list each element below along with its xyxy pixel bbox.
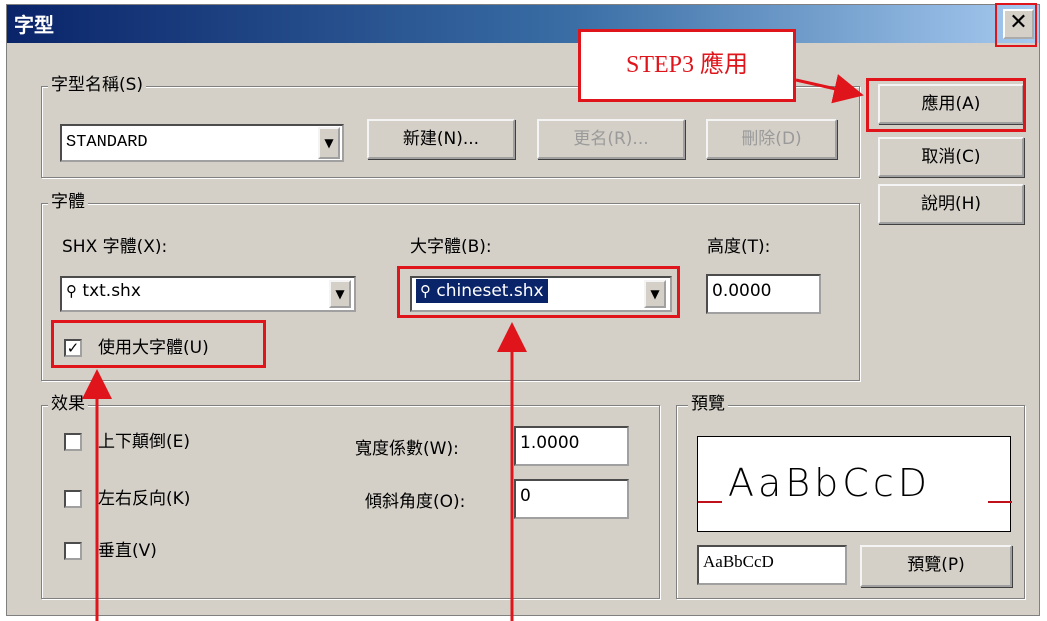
annotation-arrows [82, 74, 864, 621]
step3-arrow [795, 74, 864, 104]
